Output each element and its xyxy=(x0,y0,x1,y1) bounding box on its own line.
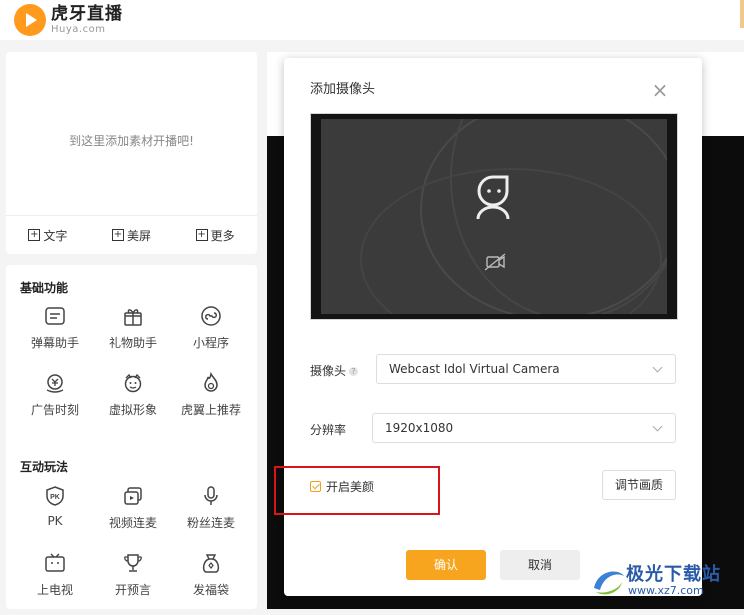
site-watermark: 极光下载站 www.xz7.com xyxy=(586,554,744,609)
func-label: 广告时刻 xyxy=(30,403,79,417)
source-actions: + 文字 + 美屏 + 更多 xyxy=(6,215,257,254)
cancel-button[interactable]: 取消 xyxy=(500,550,580,580)
beauty-checkbox[interactable] xyxy=(310,481,321,492)
add-screen-button[interactable]: + 美屏 xyxy=(111,227,151,244)
camera-placeholder-graphic xyxy=(360,119,667,314)
gift-helper-button[interactable]: 礼物助手 xyxy=(94,301,172,368)
recommend-button[interactable]: 虎翼上推荐 xyxy=(172,368,250,435)
basic-section-title: 基础功能 xyxy=(20,281,69,295)
avatar-placeholder-icon xyxy=(476,175,510,220)
add-text-label: 文字 xyxy=(43,228,68,243)
func-label: 视频连麦 xyxy=(108,516,157,530)
add-text-button[interactable]: + 文字 xyxy=(28,227,67,244)
adjust-quality-button[interactable]: 调节画质 xyxy=(602,470,676,500)
func-label: 发福袋 xyxy=(192,583,229,597)
ad-moment-button[interactable]: 广告时刻 xyxy=(16,368,94,435)
func-label: 礼物助手 xyxy=(108,336,157,350)
avatar-face-icon xyxy=(124,373,142,393)
func-label: 弹幕助手 xyxy=(30,336,79,350)
beauty-toggle[interactable]: 开启美颜 xyxy=(310,478,374,495)
add-more-label: 更多 xyxy=(210,228,235,243)
lucky-bag-button[interactable]: 发福袋 xyxy=(172,548,250,615)
trophy-icon xyxy=(124,554,142,572)
func-label: 虚拟形象 xyxy=(108,403,157,417)
camera-preview xyxy=(310,113,678,320)
virtual-avatar-button[interactable]: 虚拟形象 xyxy=(94,368,172,435)
add-more-button[interactable]: + 更多 xyxy=(195,227,235,244)
interactive-function-grid: PK PK 视频连麦 粉丝连麦 上电视 开预言 发福袋 xyxy=(16,481,250,615)
source-empty-hint: 到这里添加素材开播吧! xyxy=(69,134,194,148)
camera-preview-inner xyxy=(321,119,667,314)
source-panel: 到这里添加素材开播吧! + 文字 + 美屏 + 更多 xyxy=(6,52,257,254)
chevron-down-icon xyxy=(652,421,663,432)
huya-logo-icon xyxy=(14,4,46,36)
watermark-url: www.xz7.com xyxy=(628,584,704,597)
header-corner-tab[interactable] xyxy=(740,0,744,28)
plus-icon: + xyxy=(28,229,41,241)
func-label: 开预言 xyxy=(114,583,151,597)
svg-text:PK: PK xyxy=(50,494,60,501)
interactive-section-title: 互动玩法 xyxy=(20,460,69,474)
help-icon[interactable]: ? xyxy=(349,367,359,376)
func-label: 小程序 xyxy=(192,336,229,350)
app-header: 虎牙直播 Huya.com xyxy=(0,0,744,40)
function-panel: 基础功能 弹幕助手 礼物助手 小程序 广告时刻 虚拟形象 虎翼上推荐 互动玩法 … xyxy=(6,265,257,609)
camera-select-value: Webcast Idol Virtual Camera xyxy=(389,362,560,376)
video-link-icon xyxy=(124,487,142,505)
add-camera-dialog: 添加摄像头 × 摄像头? Webcast Idol Virtual Camera… xyxy=(284,58,702,596)
dialog-title: 添加摄像头 xyxy=(310,82,376,97)
resolution-label: 分辨率 xyxy=(310,423,347,437)
plus-icon: + xyxy=(195,229,208,241)
gift-icon xyxy=(124,309,142,326)
plus-icon: + xyxy=(111,229,124,241)
flame-icon xyxy=(204,372,218,392)
camera-label: 摄像头? xyxy=(310,362,359,379)
pk-shield-icon: PK xyxy=(46,486,64,506)
resolution-select-value: 1920x1080 xyxy=(385,421,454,435)
lucky-bag-icon xyxy=(202,554,220,573)
fan-link-button[interactable]: 粉丝连麦 xyxy=(172,481,250,548)
danmaku-helper-button[interactable]: 弹幕助手 xyxy=(16,301,94,368)
mini-program-button[interactable]: 小程序 xyxy=(172,301,250,368)
beauty-label: 开启美颜 xyxy=(326,480,375,494)
func-label: 虎翼上推荐 xyxy=(180,403,241,417)
tv-button[interactable]: 上电视 xyxy=(16,548,94,615)
func-label: 上电视 xyxy=(36,583,73,597)
microphone-icon xyxy=(204,486,218,505)
pk-button[interactable]: PK PK xyxy=(16,481,94,548)
huya-logo: 虎牙直播 Huya.com xyxy=(14,4,123,36)
video-link-button[interactable]: 视频连麦 xyxy=(94,481,172,548)
ad-money-icon xyxy=(46,374,64,393)
logo-domain: Huya.com xyxy=(51,23,106,35)
logo-title: 虎牙直播 xyxy=(51,3,123,24)
chevron-down-icon xyxy=(652,362,663,373)
resolution-select[interactable]: 1920x1080 xyxy=(372,413,676,443)
watermark-logo-icon xyxy=(594,571,624,595)
mini-program-icon xyxy=(201,306,221,326)
camera-off-icon xyxy=(484,253,506,271)
prediction-button[interactable]: 开预言 xyxy=(94,548,172,615)
basic-function-grid: 弹幕助手 礼物助手 小程序 广告时刻 虚拟形象 虎翼上推荐 xyxy=(16,301,250,435)
danmaku-icon xyxy=(45,307,65,325)
confirm-button[interactable]: 确认 xyxy=(406,550,486,580)
add-screen-label: 美屏 xyxy=(126,228,151,243)
tv-icon xyxy=(45,553,65,572)
watermark-name: 极光下载站 xyxy=(626,564,721,585)
close-icon[interactable]: × xyxy=(650,80,670,100)
func-label: PK xyxy=(47,514,63,528)
func-label: 粉丝连麦 xyxy=(186,516,235,530)
camera-select[interactable]: Webcast Idol Virtual Camera xyxy=(376,354,676,384)
